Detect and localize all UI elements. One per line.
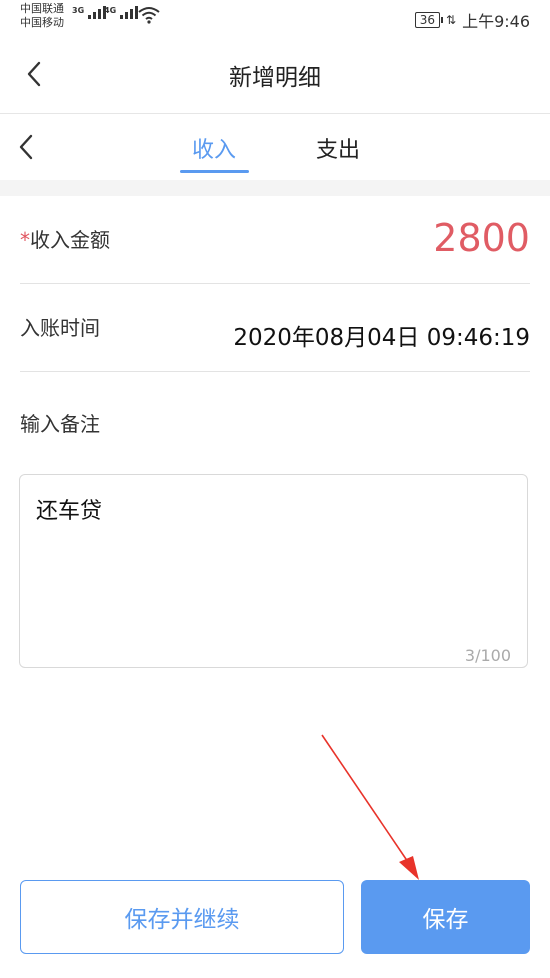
carrier-1: 中国联通: [20, 2, 64, 15]
note-textarea[interactable]: 还车贷 3/100: [19, 474, 528, 668]
time-row: 入账时间 2020年08月04日 09:46:19: [20, 284, 530, 372]
section-divider: [0, 180, 550, 196]
amount-label-text: 收入金额: [30, 228, 110, 252]
tab-expense[interactable]: 支出: [316, 132, 360, 164]
status-bar: 中国联通 中国移动 3G 4G 36 ⇅ 上午9:46: [0, 0, 550, 36]
data-activity-icon: ⇅: [446, 13, 457, 27]
page-title: 新增明细: [229, 65, 321, 91]
clock: 上午9:46: [462, 12, 530, 31]
time-picker[interactable]: 2020年08月04日 09:46:19: [233, 318, 530, 352]
status-right: 36 ⇅ 上午9:46: [414, 8, 530, 32]
tab-income[interactable]: 收入: [192, 132, 236, 164]
time-label: 入账时间: [20, 316, 100, 340]
chevron-left-icon: [19, 134, 33, 160]
tab-back-button[interactable]: [8, 129, 44, 165]
amount-label: *收入金额: [20, 224, 110, 253]
tab-bar: 收入 支出: [0, 114, 550, 180]
save-and-continue-button[interactable]: 保存并继续: [20, 880, 344, 954]
battery-icon: 36: [414, 12, 444, 28]
save-button[interactable]: 保存: [361, 880, 530, 954]
amount-row: *收入金额 2800: [20, 196, 530, 284]
network-type-1: 3G: [72, 6, 85, 15]
note-text: 还车贷: [36, 499, 103, 524]
signal-3g-icon: 3G: [72, 6, 107, 19]
carrier-2: 中国移动: [20, 16, 64, 29]
note-label: 输入备注: [20, 412, 100, 436]
required-mark: *: [20, 228, 30, 252]
carrier-names: 中国联通 中国移动: [20, 2, 64, 30]
amount-input[interactable]: 2800: [433, 216, 530, 260]
title-bar: 新增明细: [0, 36, 550, 114]
active-tab-indicator: [180, 170, 249, 173]
signal-4g-icon: 4G: [104, 6, 139, 19]
note-char-counter: 3/100: [464, 646, 511, 665]
wifi-icon: [138, 7, 160, 24]
network-type-2: 4G: [104, 6, 117, 15]
